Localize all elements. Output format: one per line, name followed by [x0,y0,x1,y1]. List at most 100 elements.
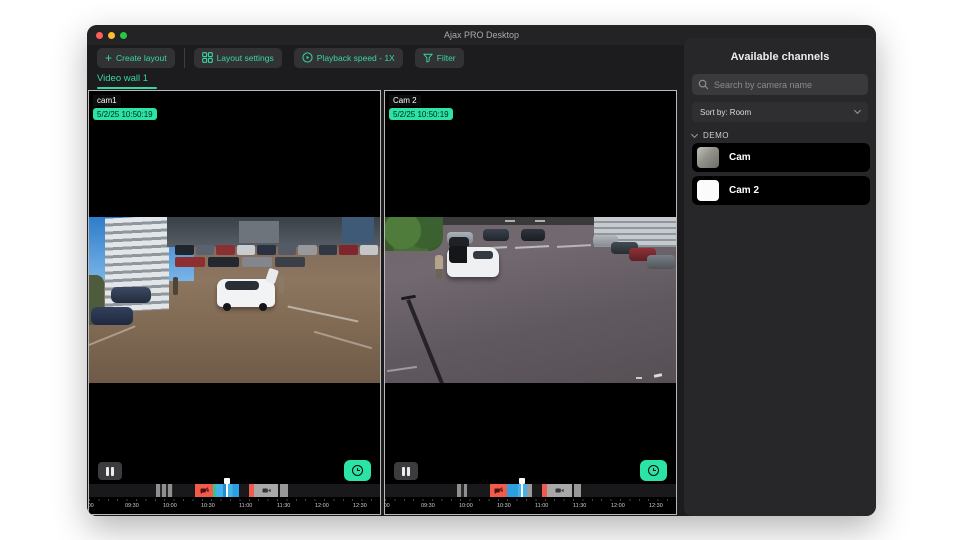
parking-line [314,331,372,349]
offline-segment [490,484,507,497]
car-rear-window [473,251,493,259]
white-car-windshield [225,281,259,290]
available-channels-sidebar: Available channels Sort by: Room DEMO Ca… [684,38,876,516]
tick-label: 11:30 [573,503,586,509]
camera-timestamp-badge: 5/2/25 10:50:19 [93,108,157,120]
blue-glass-building [342,217,374,243]
dark-car [111,287,151,303]
plus-icon: + [105,53,112,63]
playhead[interactable] [521,478,523,497]
sort-by-dropdown[interactable]: Sort by: Room [692,102,868,122]
camera-feed-cam2[interactable] [385,217,676,383]
channel-item-cam2[interactable]: Cam 2 [692,176,870,205]
white-car-wheel [223,303,231,311]
recording-segment [527,484,532,497]
playback-speed-label: Playback speed - 1X [317,53,395,63]
layout-settings-button[interactable]: Layout settings [194,48,282,68]
search-input[interactable] [714,80,862,90]
parked-car [647,255,675,269]
building-block [239,221,279,243]
create-layout-button[interactable]: + Create layout [97,48,175,68]
video-wall-tabs: Video wall 1 [97,73,148,91]
channel-label: Cam 2 [729,185,759,196]
channel-thumbnail [697,180,719,201]
tick-label: 10:30 [497,503,511,509]
recording-segment [457,484,467,497]
camera-panel-cam1: cam1 5/2/25 10:50:19 [88,90,381,515]
lamp-post-shadow [407,299,451,383]
playhead[interactable] [226,478,228,497]
recording-segment [574,484,581,497]
white-car-hatch [265,268,279,284]
tick-label: 10:00 [163,503,177,509]
person-by-car [279,277,284,293]
filter-funnel-icon [423,53,433,63]
playback-segment [507,484,527,497]
filter-label: Filter [437,53,456,63]
app-window: Ajax PRO Desktop + Create layout Layout … [87,25,876,516]
tick-label: 12:30 [649,503,663,509]
timeline-ticks: 9:00 09:30 10:00 10:30 11:00 11:30 12:00… [385,498,676,513]
recording-segment [254,484,278,497]
desktop-background: Ajax PRO Desktop + Create layout Layout … [0,0,960,540]
clock-icon [648,465,659,476]
pause-button[interactable] [98,462,122,480]
group-header-demo[interactable]: DEMO [692,131,729,140]
archive-time-button[interactable] [640,460,667,481]
tick-label: 12:00 [315,503,329,509]
archive-time-button[interactable] [344,460,371,481]
car-row-near [175,257,305,267]
white-mark [654,373,662,378]
timeline-scrubber[interactable] [385,484,676,497]
dark-car [91,307,133,325]
pause-button[interactable] [394,462,418,480]
camera-name-label: Cam 2 [389,95,421,106]
filter-button[interactable]: Filter [415,48,464,68]
camera-panel-cam2: Cam 2 5/2/25 10:50:19 [384,90,677,515]
tick-label: 11:00 [239,503,252,509]
channel-item-cam[interactable]: Cam [692,143,870,172]
create-layout-label: Create layout [116,53,167,63]
parked-car [483,229,509,241]
tick-label: 09:30 [421,503,435,509]
tab-video-wall-1[interactable]: Video wall 1 [97,73,148,84]
group-label: DEMO [703,131,729,140]
timeline-scrubber[interactable] [89,484,380,497]
road-dash [505,220,515,222]
tick-label: 12:30 [353,503,367,509]
road-dash [535,220,545,222]
tab-label: Video wall 1 [97,73,148,84]
camera-name-label: cam1 [93,95,121,106]
chevron-down-icon [691,131,698,138]
parking-line [89,325,135,346]
person-legs [436,269,442,279]
chevron-down-icon [854,107,861,114]
white-car-wheel [259,303,267,311]
video-wall: cam1 5/2/25 10:50:19 [87,90,679,516]
trunk-opening [449,245,467,263]
tick-label: 9:00 [385,503,390,509]
camera-timestamp-badge: 5/2/25 10:50:19 [389,108,453,120]
white-mark [636,377,642,380]
grid-icon [202,52,213,63]
parking-line [288,306,359,322]
sidebar-title: Available channels [684,51,876,63]
timeline-ticks: 9:00 09:30 10:00 10:30 11:00 11:30 12:00… [89,498,380,513]
camera-feed-cam1[interactable] [89,217,380,383]
playback-segment [216,484,239,497]
camera-search-box[interactable] [692,74,868,95]
channel-thumbnail [697,147,719,168]
camera-off-icon [494,487,503,494]
car-row-far [175,245,378,255]
tick-label: 11:00 [535,503,548,509]
toolbar-divider [184,48,185,68]
offline-segment [195,484,213,497]
camera-rec-icon [555,487,564,494]
trunk-lid [449,237,469,246]
channel-label: Cam [729,152,751,163]
parked-car [521,229,545,241]
camera-off-icon [200,487,209,494]
layout-settings-label: Layout settings [217,53,274,63]
playback-speed-button[interactable]: Playback speed - 1X [294,48,403,68]
person-at-trunk [435,255,443,269]
